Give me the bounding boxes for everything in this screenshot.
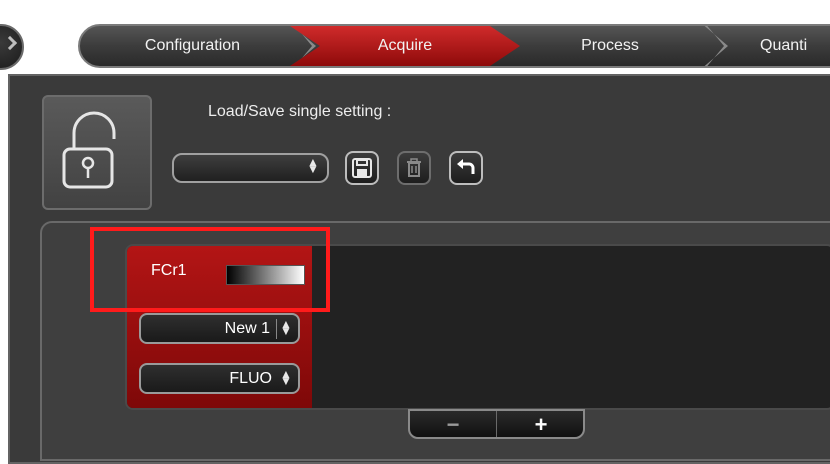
channel-mode-value: FLUO xyxy=(229,370,272,387)
undo-button[interactable] xyxy=(449,151,483,185)
tab-acquire[interactable]: Acquire xyxy=(290,26,520,66)
trash-icon xyxy=(407,158,421,177)
remove-channel-button[interactable]: − xyxy=(410,411,496,437)
chevron-right-icon xyxy=(2,35,18,51)
minus-label: − xyxy=(446,412,460,437)
app-window: Configuration Acquire Process Quanti Loa… xyxy=(0,0,830,464)
highlight-annotation xyxy=(90,227,330,312)
load-save-label: Load/Save single setting : xyxy=(208,103,392,120)
tab-configuration-label: Configuration xyxy=(144,37,241,54)
workflow-bar: Configuration Acquire Process Quanti xyxy=(78,24,830,68)
updown-arrows-icon: ▲ ▼ xyxy=(280,367,292,388)
tab-quantify[interactable]: Quanti xyxy=(725,26,830,66)
unlock-icon xyxy=(62,111,116,189)
save-button[interactable] xyxy=(345,151,379,185)
select-divider xyxy=(276,319,277,339)
channel-stepper: − + xyxy=(408,409,585,439)
tab-process[interactable]: Process xyxy=(510,26,710,66)
channel-setting-select[interactable]: New 1 ▲ ▼ xyxy=(139,313,300,344)
tab-process-label: Process xyxy=(581,37,639,54)
tab-acquire-label: Acquire xyxy=(377,37,433,54)
nav-back-button[interactable] xyxy=(0,24,24,70)
setting-select[interactable]: ▲ ▼ xyxy=(172,153,329,183)
plus-label: + xyxy=(534,412,548,437)
updown-arrows-icon: ▲ ▼ xyxy=(307,155,319,176)
save-icon xyxy=(352,158,372,178)
updown-arrows-icon: ▲ ▼ xyxy=(280,317,292,338)
channel-mode-select[interactable]: FLUO ▲ ▼ xyxy=(139,363,300,394)
tab-quantify-label: Quanti xyxy=(760,37,808,54)
undo-icon xyxy=(457,159,475,174)
lock-button[interactable] xyxy=(42,95,152,210)
add-channel-button[interactable]: + xyxy=(497,411,583,437)
delete-button[interactable] xyxy=(397,151,431,185)
tab-configuration[interactable]: Configuration xyxy=(90,26,295,66)
channel-setting-value: New 1 xyxy=(224,320,270,337)
